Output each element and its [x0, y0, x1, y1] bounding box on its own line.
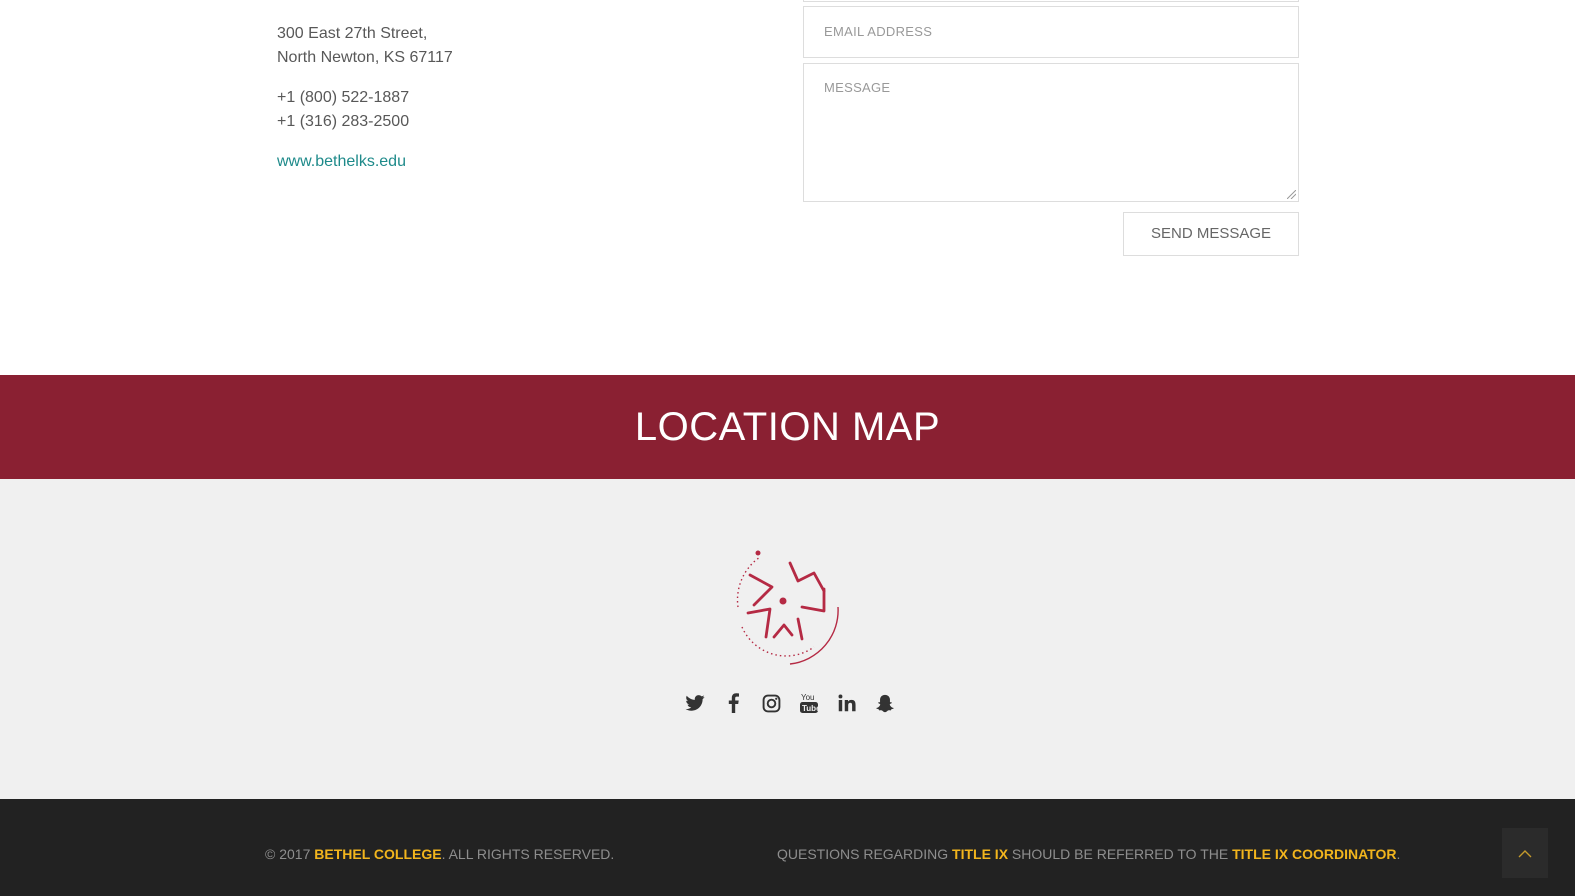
chevron-up-icon — [1518, 849, 1532, 857]
address: 300 East 27th Street, North Newton, KS 6… — [277, 22, 453, 70]
previous-field-edge[interactable] — [803, 0, 1299, 2]
questions-text: QUESTIONS REGARDING — [777, 846, 953, 862]
period: . — [1396, 846, 1401, 862]
instagram-icon[interactable] — [760, 692, 782, 714]
college-logo-icon[interactable] — [732, 547, 844, 667]
message-field[interactable]: MESSAGE — [803, 63, 1299, 202]
site-footer: © 2017 BETHEL COLLEGE. ALL RIGHTS RESERV… — [0, 799, 1575, 896]
svg-text:Tube: Tube — [802, 704, 819, 713]
title-ix-link[interactable]: TITLE IX — [952, 846, 1008, 862]
contact-section: 300 East 27th Street, North Newton, KS 6… — [0, 0, 1575, 375]
email-field[interactable]: EMAIL ADDRESS — [803, 6, 1299, 58]
section-title: LOCATION MAP — [634, 405, 941, 449]
snapchat-icon[interactable] — [874, 692, 896, 714]
social-links: You Tube — [684, 692, 896, 714]
back-to-top-button[interactable] — [1502, 828, 1548, 878]
resize-handle-icon[interactable] — [1287, 190, 1296, 199]
youtube-icon[interactable]: You Tube — [798, 692, 820, 714]
logo-social-section: You Tube — [0, 479, 1575, 799]
message-placeholder: MESSAGE — [824, 80, 891, 95]
linkedin-icon[interactable] — [836, 692, 858, 714]
send-message-button[interactable]: SEND MESSAGE — [1123, 212, 1299, 256]
svg-text:You: You — [801, 693, 815, 702]
college-link[interactable]: BETHEL COLLEGE — [314, 846, 441, 862]
phone-2: +1 (316) 283-2500 — [277, 113, 410, 130]
address-line-1: 300 East 27th Street, — [277, 25, 428, 42]
contact-info: 300 East 27th Street, North Newton, KS 6… — [277, 22, 453, 190]
email-placeholder: EMAIL ADDRESS — [824, 24, 933, 39]
copyright-prefix: © 2017 — [265, 846, 315, 862]
address-line-2: North Newton, KS 67117 — [277, 49, 453, 66]
phone-1: +1 (800) 522-1887 — [277, 89, 410, 106]
twitter-icon[interactable] — [684, 692, 706, 714]
rights-text: . ALL RIGHTS RESERVED. — [441, 846, 615, 862]
phones: +1 (800) 522-1887 +1 (316) 283-2500 — [277, 86, 453, 134]
title-ix-coordinator-link[interactable]: TITLE IX COORDINATOR — [1232, 846, 1396, 862]
title-ix-notice: QUESTIONS REGARDING TITLE IX SHOULD BE R… — [777, 846, 1400, 862]
location-map-banner: LOCATION MAP — [0, 375, 1575, 479]
copyright: © 2017 BETHEL COLLEGE. ALL RIGHTS RESERV… — [265, 846, 614, 862]
facebook-icon[interactable] — [722, 692, 744, 714]
referred-text: SHOULD BE REFERRED TO THE — [1008, 846, 1233, 862]
website-link[interactable]: www.bethelks.edu — [277, 153, 406, 170]
